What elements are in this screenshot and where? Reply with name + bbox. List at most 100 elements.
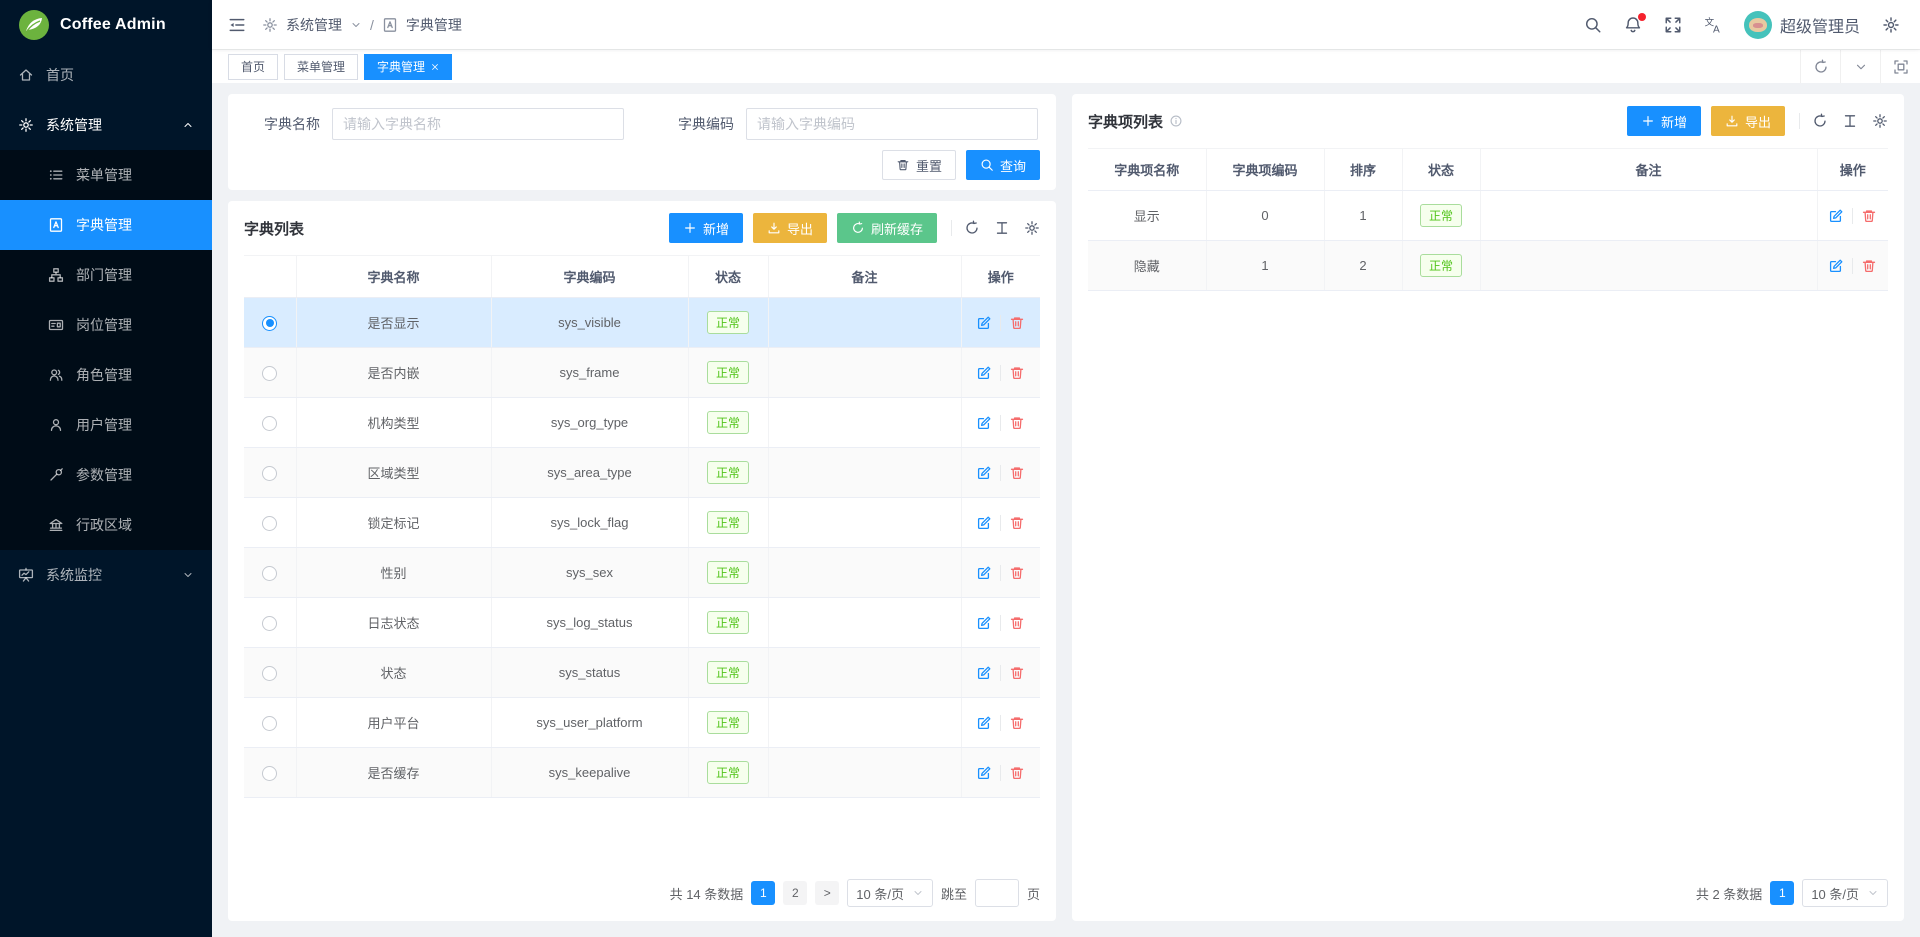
edit-icon[interactable] [968, 565, 1000, 581]
delete-icon[interactable] [1852, 258, 1885, 274]
table-row[interactable]: 机构类型 sys_org_type 正常 [244, 398, 1040, 448]
table-row[interactable]: 性别 sys_sex 正常 [244, 548, 1040, 598]
sidebar-item-system-monitor[interactable]: 系统监控 [0, 550, 212, 600]
delete-icon[interactable] [1000, 615, 1033, 631]
fullscreen-icon[interactable] [1664, 16, 1682, 34]
sidebar-item-menu-management[interactable]: 菜单管理 [0, 150, 212, 200]
edit-icon[interactable] [968, 415, 1000, 431]
query-button[interactable]: 查询 [966, 150, 1040, 180]
tab-home[interactable]: 首页 [228, 54, 278, 80]
table-row[interactable]: 隐藏 1 2 正常 [1088, 241, 1888, 291]
delete-icon[interactable] [1000, 315, 1033, 331]
radio[interactable] [262, 566, 277, 581]
sidebar-item-admin-region[interactable]: 行政区域 [0, 500, 212, 550]
delete-icon[interactable] [1000, 365, 1033, 381]
table-row[interactable]: 是否显示 sys_visible 正常 [244, 298, 1040, 348]
delete-icon[interactable] [1000, 515, 1033, 531]
refresh-icon[interactable] [1800, 50, 1840, 83]
delete-icon[interactable] [1000, 565, 1033, 581]
table-row[interactable]: 用户平台 sys_user_platform 正常 [244, 698, 1040, 748]
column-height-icon[interactable] [994, 220, 1010, 236]
settings-gear-icon[interactable] [1024, 220, 1040, 236]
tab-menu-management[interactable]: 菜单管理 [284, 54, 358, 80]
radio[interactable] [262, 466, 277, 481]
sidebar-item-role-management[interactable]: 角色管理 [0, 350, 212, 400]
brand[interactable]: Coffee Admin [0, 0, 212, 50]
sidebar-item-post-management[interactable]: 岗位管理 [0, 300, 212, 350]
export-button[interactable]: 导出 [753, 213, 827, 243]
table-row[interactable]: 是否缓存 sys_keepalive 正常 [244, 748, 1040, 798]
delete-icon[interactable] [1000, 415, 1033, 431]
close-icon[interactable] [431, 63, 439, 71]
sidebar-item-user-management[interactable]: 用户管理 [0, 400, 212, 450]
sidebar-item-dept-management[interactable]: 部门管理 [0, 250, 212, 300]
table-row[interactable]: 显示 0 1 正常 [1088, 191, 1888, 241]
delete-icon[interactable] [1852, 208, 1885, 224]
user-menu[interactable]: 超级管理员 [1744, 11, 1860, 39]
edit-icon[interactable] [968, 765, 1000, 781]
radio[interactable] [262, 666, 277, 681]
info-icon[interactable] [1169, 114, 1183, 128]
next-page-button[interactable]: > [815, 881, 839, 905]
radio[interactable] [262, 366, 277, 381]
reset-button[interactable]: 重置 [882, 150, 956, 180]
dict-code-input[interactable] [746, 108, 1038, 140]
edit-icon[interactable] [968, 715, 1000, 731]
breadcrumb-section[interactable]: 系统管理 [286, 15, 342, 35]
edit-icon[interactable] [968, 615, 1000, 631]
sidebar-item-dict-management[interactable]: 字典管理 [0, 200, 212, 250]
avatar [1744, 11, 1772, 39]
edit-icon[interactable] [968, 315, 1000, 331]
delete-icon[interactable] [1000, 715, 1033, 731]
edit-icon[interactable] [1820, 258, 1852, 274]
menu-fold-icon[interactable] [228, 16, 246, 34]
jump-page-input[interactable] [975, 879, 1019, 907]
page-size-select[interactable]: 10 条/页 [847, 879, 933, 907]
column-height-icon[interactable] [1842, 113, 1858, 129]
sidebar-item-home[interactable]: 首页 [0, 50, 212, 100]
radio[interactable] [262, 416, 277, 431]
radio[interactable] [262, 766, 277, 781]
add-button[interactable]: 新增 [669, 213, 743, 243]
chevron-down-icon[interactable] [350, 19, 362, 31]
page-button-1[interactable]: 1 [751, 881, 775, 905]
delete-icon[interactable] [1000, 665, 1033, 681]
sidebar-item-system-management[interactable]: 系统管理 [0, 100, 212, 150]
dict-name-input[interactable] [332, 108, 624, 140]
radio[interactable] [262, 516, 277, 531]
refresh-icon[interactable] [964, 220, 980, 236]
translate-icon[interactable] [1704, 16, 1722, 34]
chevron-down-icon[interactable] [1840, 50, 1880, 83]
page-size-select[interactable]: 10 条/页 [1802, 879, 1888, 907]
settings-gear-icon[interactable] [1882, 16, 1900, 34]
refresh-cache-button[interactable]: 刷新缓存 [837, 213, 937, 243]
search-icon[interactable] [1584, 16, 1602, 34]
table-row[interactable]: 是否内嵌 sys_frame 正常 [244, 348, 1040, 398]
radio[interactable] [262, 716, 277, 731]
delete-icon[interactable] [1000, 465, 1033, 481]
sidebar-item-param-management[interactable]: 参数管理 [0, 450, 212, 500]
page-button-1[interactable]: 1 [1770, 881, 1794, 905]
edit-icon[interactable] [968, 465, 1000, 481]
page-button-2[interactable]: 2 [783, 881, 807, 905]
radio-selected[interactable] [262, 316, 277, 331]
export-button[interactable]: 导出 [1711, 106, 1785, 136]
delete-icon[interactable] [1000, 765, 1033, 781]
settings-gear-icon[interactable] [1872, 113, 1888, 129]
radio[interactable] [262, 616, 277, 631]
sidebar-item-label: 菜单管理 [76, 165, 194, 185]
table-row[interactable]: 锁定标记 sys_lock_flag 正常 [244, 498, 1040, 548]
edit-icon[interactable] [968, 365, 1000, 381]
table-row[interactable]: 状态 sys_status 正常 [244, 648, 1040, 698]
tab-dict-management[interactable]: 字典管理 [364, 54, 452, 80]
notification-badge [1638, 13, 1646, 21]
table-row[interactable]: 区域类型 sys_area_type 正常 [244, 448, 1040, 498]
refresh-icon[interactable] [1812, 113, 1828, 129]
add-button[interactable]: 新增 [1627, 106, 1701, 136]
edit-icon[interactable] [1820, 208, 1852, 224]
edit-icon[interactable] [968, 515, 1000, 531]
edit-icon[interactable] [968, 665, 1000, 681]
maximize-icon[interactable] [1880, 50, 1920, 83]
notification-bell-icon[interactable] [1624, 16, 1642, 34]
table-row[interactable]: 日志状态 sys_log_status 正常 [244, 598, 1040, 648]
